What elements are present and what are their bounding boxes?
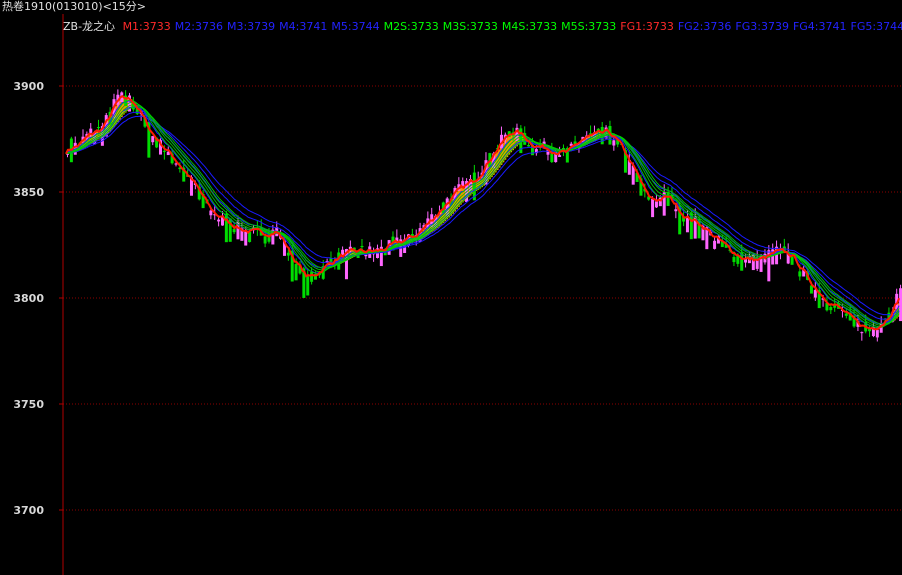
indicator-ribbon <box>67 96 900 324</box>
candle-body <box>151 136 155 143</box>
y-tick-label: 3750 <box>13 398 44 411</box>
green-ma-line <box>65 102 900 328</box>
candle-body <box>294 264 298 281</box>
candle-body <box>232 228 236 233</box>
blue-ma-line <box>65 115 900 316</box>
candle-body <box>263 236 267 244</box>
candle-body <box>674 209 678 212</box>
candle-body <box>306 276 310 296</box>
candle-body <box>612 140 616 146</box>
green-ma-line <box>65 104 900 326</box>
candle-body <box>860 332 864 334</box>
m1-line <box>65 94 901 331</box>
candle-body <box>527 145 531 147</box>
y-tick-label: 3700 <box>13 504 44 517</box>
candlesticks <box>66 89 902 342</box>
candle-body <box>217 219 221 222</box>
candle-body <box>224 213 228 243</box>
blue-ma-line <box>65 106 900 325</box>
candle-body <box>798 271 802 277</box>
candle-body <box>654 201 658 208</box>
candle-body <box>209 210 213 216</box>
candle-body <box>875 330 879 338</box>
blue-ma-line <box>65 111 900 320</box>
candle-body <box>666 191 670 206</box>
candle-body <box>651 198 655 218</box>
candle-body <box>713 240 717 249</box>
candle-body <box>732 256 736 263</box>
y-tick-label: 3800 <box>13 292 44 305</box>
candle-body <box>286 252 290 256</box>
candle-body <box>89 128 93 133</box>
y-tick-label: 3850 <box>13 186 44 199</box>
candle-body <box>558 155 562 157</box>
candle-body <box>829 307 833 311</box>
y-tick-label: 3900 <box>13 80 44 93</box>
candle-body <box>844 313 848 316</box>
candle-body <box>244 231 248 246</box>
candle-body <box>162 150 166 152</box>
candle-body <box>790 256 794 265</box>
green-ma-line <box>65 99 900 329</box>
candle-body <box>310 272 314 282</box>
y-axis: 3900 3850 3800 3750 3700 <box>13 14 64 575</box>
price-chart[interactable]: 3900 3850 3800 3750 3700 <box>0 0 902 575</box>
candle-body <box>360 246 364 248</box>
green-ma-line <box>65 106 900 325</box>
candle-body <box>96 127 100 129</box>
moving-average-lines <box>65 94 901 331</box>
blue-ma-line <box>65 100 900 329</box>
